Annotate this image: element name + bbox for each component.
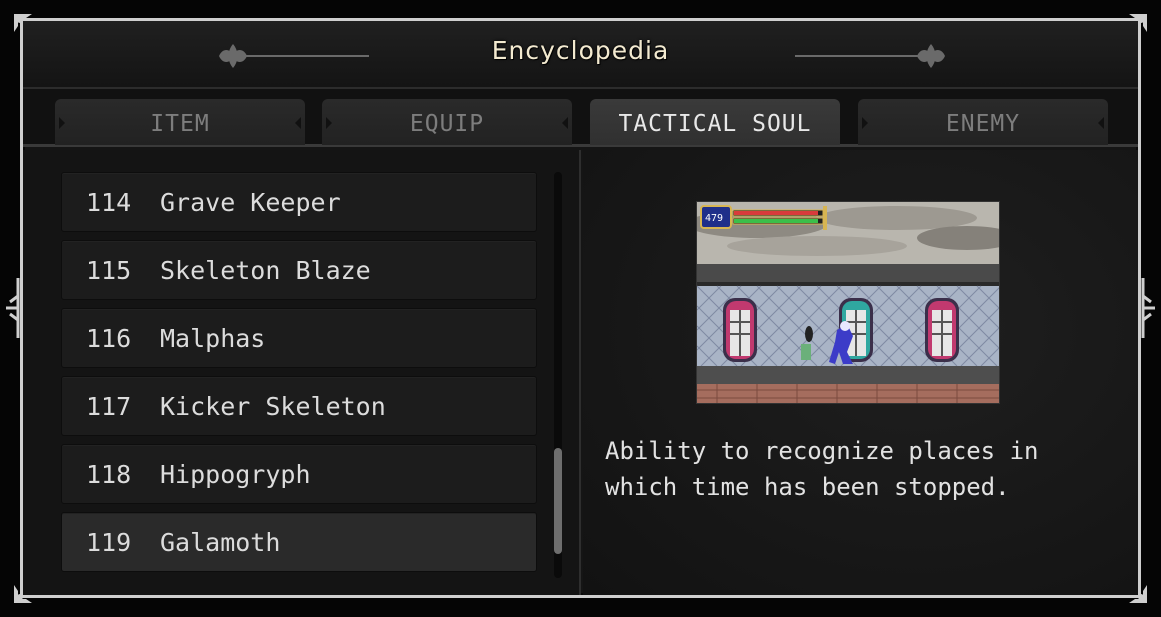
title-bar: Encyclopedia bbox=[23, 21, 1138, 89]
page-title: Encyclopedia bbox=[491, 36, 670, 65]
soul-list: 114 Grave Keeper 115 Skeleton Blaze 116 … bbox=[23, 150, 581, 595]
tab-equip-label: EQUIP bbox=[409, 111, 485, 137]
corner-ornament-bottom-left bbox=[14, 585, 32, 603]
hud-hp-value: 479 bbox=[705, 213, 723, 224]
tab-item-label: ITEM bbox=[150, 111, 210, 137]
corner-ornament-bottom-right bbox=[1129, 585, 1147, 603]
list-item-name: Kicker Skeleton bbox=[160, 392, 386, 421]
corner-ornament-top-right bbox=[1129, 14, 1147, 32]
tab-enemy[interactable]: ENEMY bbox=[858, 99, 1108, 145]
soul-preview-image: 479 bbox=[696, 201, 1000, 404]
detail-panel: 479 Ability to recognize places in which… bbox=[583, 150, 1138, 595]
list-item[interactable]: 118 Hippogryph bbox=[61, 444, 537, 504]
list-item-selected[interactable]: 119 Galamoth bbox=[61, 512, 537, 572]
list-item-number: 117 bbox=[86, 392, 132, 421]
tab-item[interactable]: ITEM bbox=[55, 99, 305, 145]
list-item-name: Galamoth bbox=[160, 528, 281, 557]
list-item-name: Skeleton Blaze bbox=[160, 256, 371, 285]
list-item-number: 116 bbox=[86, 324, 132, 353]
tab-tactical-soul-label: TACTICAL SOUL bbox=[618, 111, 812, 137]
list-item-name: Hippogryph bbox=[160, 460, 311, 489]
castle-corridor-scene: 479 bbox=[697, 202, 999, 403]
list-item-number: 114 bbox=[86, 188, 132, 217]
side-ornament-right bbox=[1141, 278, 1155, 338]
side-ornament-left bbox=[6, 278, 20, 338]
list-item-number: 118 bbox=[86, 460, 132, 489]
soul-description: Ability to recognize places in which tim… bbox=[605, 437, 1039, 501]
fleur-de-lis-right-ornament bbox=[795, 44, 945, 68]
tab-tactical-soul[interactable]: TACTICAL SOUL bbox=[590, 99, 840, 145]
list-scrollbar[interactable] bbox=[554, 172, 562, 578]
encyclopedia-window: Encyclopedia ITEM EQUIP TACTICAL SOUL EN… bbox=[20, 18, 1141, 598]
list-item-name: Malphas bbox=[160, 324, 266, 353]
list-item[interactable]: 115 Skeleton Blaze bbox=[61, 240, 537, 300]
list-item[interactable]: 114 Grave Keeper bbox=[61, 172, 537, 232]
tab-enemy-label: ENEMY bbox=[945, 111, 1021, 137]
list-item-number: 115 bbox=[86, 256, 132, 285]
list-item[interactable]: 116 Malphas bbox=[61, 308, 537, 368]
list-item-name: Grave Keeper bbox=[160, 188, 341, 217]
tab-equip[interactable]: EQUIP bbox=[322, 99, 572, 145]
list-item-number: 119 bbox=[86, 528, 132, 557]
category-tabs: ITEM EQUIP TACTICAL SOUL ENEMY bbox=[23, 89, 1138, 147]
scrollbar-thumb[interactable] bbox=[554, 448, 562, 554]
corner-ornament-top-left bbox=[14, 14, 32, 32]
list-item[interactable]: 117 Kicker Skeleton bbox=[61, 376, 537, 436]
